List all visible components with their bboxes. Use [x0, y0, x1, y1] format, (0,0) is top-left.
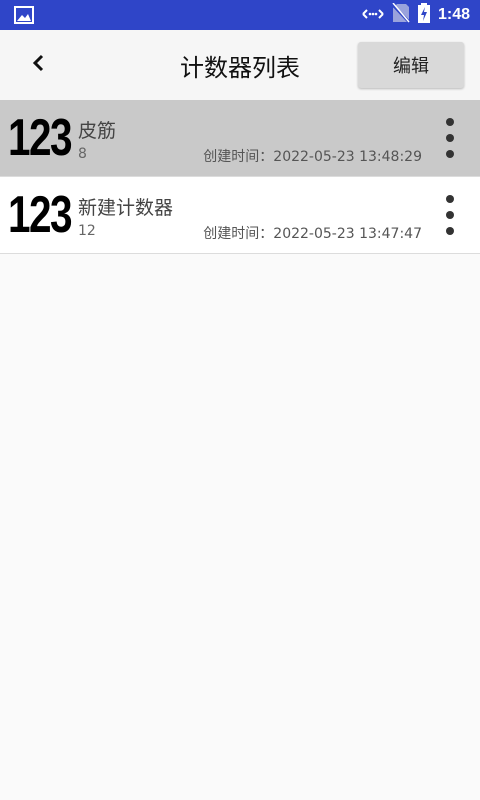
created-time: 创建时间：2022-05-23 13:47:47: [203, 226, 422, 242]
counter-icon: 123: [8, 109, 73, 167]
counter-item-2[interactable]: 123 新建计数器 12 创建时间：2022-05-23 13:47:47: [0, 177, 480, 254]
data-arrows-icon: [362, 6, 384, 25]
more-options-button[interactable]: [440, 195, 460, 235]
counter-icon: 123: [8, 186, 73, 244]
toolbar: 计数器列表 编辑: [0, 30, 480, 100]
gallery-icon: [14, 6, 34, 28]
created-time: 创建时间：2022-05-23 13:48:29: [203, 149, 422, 165]
counter-name: 皮筋: [78, 120, 117, 142]
more-options-button[interactable]: [440, 118, 460, 158]
counter-value: 8: [78, 146, 87, 162]
edit-button[interactable]: 编辑: [358, 42, 464, 88]
status-bar: 1:48: [0, 0, 480, 30]
no-sim-icon: [390, 2, 412, 27]
counter-name: 新建计数器: [78, 197, 174, 219]
status-time: 1:48: [437, 6, 470, 23]
more-vert-icon: [446, 118, 454, 126]
battery-charging-icon: [417, 3, 430, 27]
status-icons: 1:48: [362, 0, 470, 30]
counter-list: 123 皮筋 8 创建时间：2022-05-23 13:48:29 123 新建…: [0, 100, 480, 254]
more-vert-icon: [446, 195, 454, 203]
counter-item-1[interactable]: 123 皮筋 8 创建时间：2022-05-23 13:48:29: [0, 100, 480, 177]
counter-value: 12: [78, 223, 96, 239]
